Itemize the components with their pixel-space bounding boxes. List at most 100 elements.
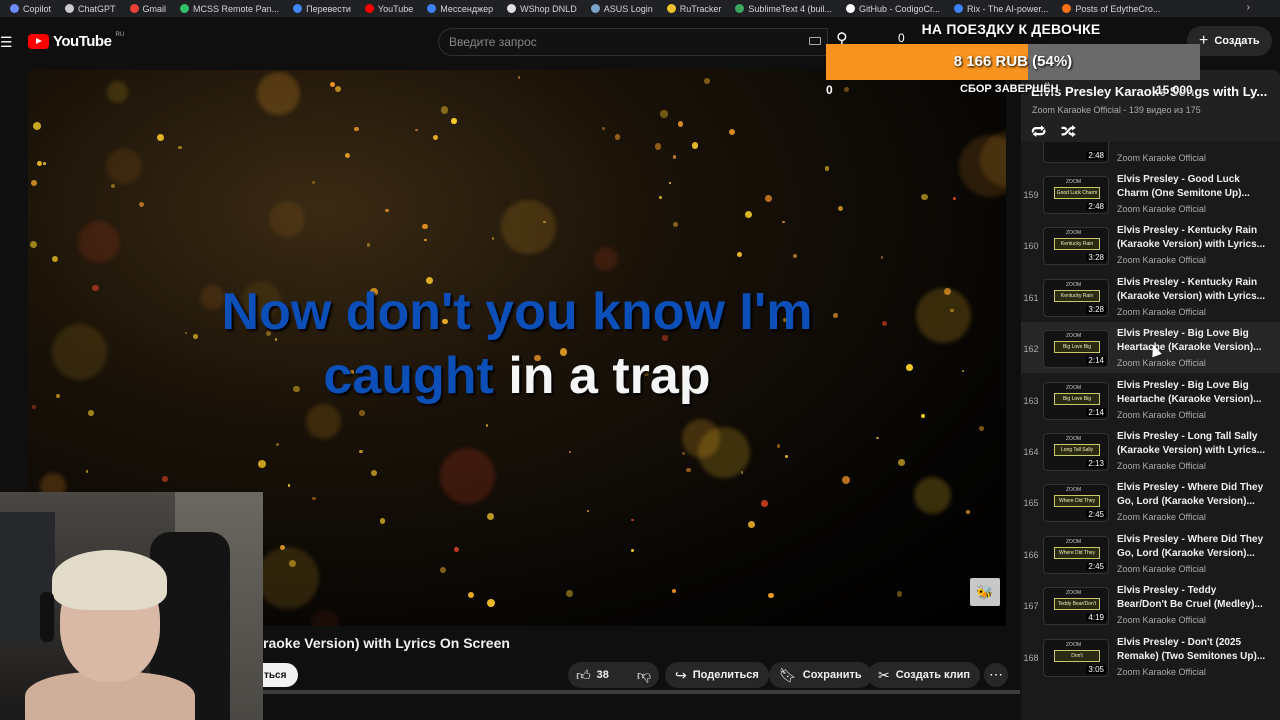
duration-badge: 2:13	[1086, 459, 1106, 468]
bookmark-item[interactable]: SublimeText 4 (buil...	[735, 4, 832, 14]
bokeh-particle	[660, 110, 669, 118]
bookmark-favicon-icon	[590, 4, 600, 13]
bookmarks-overflow-icon[interactable]: ›	[1247, 2, 1250, 13]
loop-icon[interactable]: 🔁︎	[1031, 121, 1046, 143]
playlist-title[interactable]: Elvis Presley Karaoke Songs with Ly...	[1031, 84, 1269, 99]
bookmark-item[interactable]: Rix - The AI-power...	[954, 4, 1048, 14]
bokeh-particle	[681, 419, 721, 458]
bokeh-particle	[257, 547, 319, 610]
video-thumbnail: ZOOM Good Luck Charm 2:48	[1043, 176, 1109, 214]
playlist-item[interactable]: 161 ZOOM Kentucky Rain 3:28 Elvis Presley - …	[1021, 271, 1280, 322]
playlist-item-title: Elvis Presley - Kentucky Rain (Karaoke V…	[1117, 276, 1266, 302]
bookmark-label: RuTracker	[679, 3, 722, 14]
logo-region: RU	[115, 31, 125, 38]
lyric-line-2-upcoming: in a trap	[508, 347, 711, 405]
bokeh-particle	[354, 126, 360, 132]
bookmark-item[interactable]: YouTube	[364, 3, 414, 14]
playlist-subtitle[interactable]: Zoom Karaoke Official - 139 видео из 175	[1032, 105, 1201, 115]
bookmark-item[interactable]: ChatGPT	[65, 4, 116, 14]
search-input[interactable]: Введите запрос	[438, 28, 828, 56]
bokeh-particle	[764, 194, 772, 202]
bookmark-label: MCSS Remote Pan...	[193, 3, 280, 14]
webcam-headset	[40, 592, 54, 642]
bookmark-item[interactable]: Gmail	[129, 4, 166, 14]
bookmark-label: Перевести	[306, 3, 351, 14]
channel-name: Zoom Karaoke Official	[1117, 512, 1206, 523]
like-button[interactable]: 👍︎ 38	[568, 662, 617, 688]
channel-name: Zoom Karaoke Official	[1117, 255, 1206, 266]
search-icon[interactable]: ⚲	[836, 29, 848, 49]
bokeh-particle	[422, 223, 428, 230]
bookmark-item[interactable]: Posts of EdytheCro...	[1062, 4, 1160, 14]
playlist-item[interactable]: 164 ZOOM Long Tall Sally 2:13 Elvis Presley …	[1021, 425, 1280, 476]
bokeh-particle	[491, 236, 495, 240]
playlist-item-partial[interactable]: 2:48 Zoom Karaoke Official	[1021, 142, 1280, 168]
bokeh-particle	[686, 468, 691, 473]
bookmark-item[interactable]: Мессенджер	[427, 4, 493, 14]
bokeh-particle	[454, 546, 460, 552]
bokeh-particle	[921, 414, 925, 418]
bokeh-particle	[424, 238, 427, 242]
save-button[interactable]: 🔖︎ Сохранить	[769, 662, 872, 688]
playlist-item-title: Elvis Presley - Good Luck Charm (One Sem…	[1117, 174, 1250, 199]
bokeh-particle	[485, 424, 489, 428]
video-thumbnail: ZOOMWhere Did They Go, Lord 2:45	[1043, 484, 1109, 523]
channel-name: Zoom Karaoke Official	[1117, 204, 1206, 214]
playlist-item[interactable]: 165 ZOOMWhere Did They Go, Lord 2:45 Elvis …	[1021, 476, 1280, 527]
thumbs-down-icon: 👎︎	[636, 666, 652, 683]
bokeh-particle	[921, 193, 929, 201]
bokeh-particle	[486, 512, 494, 520]
bookmark-item[interactable]: MCSS Remote Pan...	[180, 4, 279, 14]
playlist-item[interactable]: 167 ZOOMTeddy Bear/Don't Be Cruel 4:19 Elvi…	[1021, 579, 1280, 630]
search-placeholder: Введите запрос	[449, 35, 537, 49]
youtube-logo[interactable]: YouTube RU	[28, 31, 125, 50]
playlist-item[interactable]: 160 ZOOM Kentucky Rain 3:28 Elvis Presley - …	[1021, 219, 1280, 270]
bookmark-item[interactable]: WShop DNLD	[507, 4, 577, 14]
bokeh-particle	[913, 477, 951, 515]
bokeh-particle	[768, 592, 774, 599]
bookmark-item[interactable]: GitHub - CodigoCr...	[845, 4, 940, 14]
share-button[interactable]: ↪ Поделиться	[665, 662, 769, 688]
bokeh-particle	[86, 470, 89, 473]
bookmark-icon: 🔖︎	[779, 666, 797, 683]
clip-label: Создать клип	[895, 669, 971, 681]
bokeh-particle	[631, 518, 634, 522]
bokeh-particle	[36, 161, 42, 167]
video-thumbnail: ZOOMBig Love Big Heartache 2:14	[1043, 330, 1109, 369]
keyboard-icon[interactable]	[809, 37, 821, 45]
channel-name: Zoom Karaoke Official	[1117, 153, 1206, 163]
webcam-overlay	[0, 492, 263, 720]
bokeh-particle	[671, 588, 677, 594]
clip-button[interactable]: ✂ Создать клип	[868, 662, 981, 688]
bokeh-particle	[306, 404, 341, 439]
bokeh-particle	[385, 208, 389, 213]
playlist-item[interactable]: 159 ZOOM Good Luck Charm 2:48 Elvis Presley …	[1021, 168, 1280, 219]
bokeh-particle	[51, 255, 59, 263]
bokeh-particle	[138, 201, 145, 208]
bokeh-particle	[959, 135, 1006, 198]
more-actions-icon[interactable]: ⋯	[984, 663, 1008, 687]
menu-icon[interactable]: ☰	[0, 34, 13, 51]
zoom-logo-icon: ZOOM	[1066, 641, 1081, 648]
youtube-play-icon	[28, 34, 49, 49]
playlist-item[interactable]: 163 ZOOMBig Love Big Heartache 2:14 Elvis P…	[1021, 374, 1280, 425]
dislike-button[interactable]: 👎︎	[629, 662, 659, 688]
playlist-item[interactable]: 166 ZOOMWhere Did They Go, Lord 2:45 Elvis …	[1021, 528, 1280, 579]
bookmark-item[interactable]: RuTracker	[666, 3, 722, 14]
subscribe-button[interactable]: ться	[263, 663, 298, 687]
channel-watermark-icon[interactable]: 🐝	[970, 578, 1000, 606]
playlist-item[interactable]: 168 ZOOM Don't 3:05 Elvis Presley - Don't (2…	[1021, 631, 1280, 682]
duration-badge: 3:28	[1086, 253, 1106, 263]
bokeh-particle	[257, 72, 301, 116]
create-button[interactable]: + Создать	[1187, 26, 1272, 56]
bokeh-particle	[517, 76, 521, 80]
bookmark-label: YouTube	[377, 3, 414, 14]
bokeh-particle	[668, 182, 672, 185]
bookmark-favicon-icon	[427, 4, 437, 13]
bookmark-item[interactable]: Copilot	[10, 4, 51, 14]
bookmark-label: Copilot	[23, 3, 52, 14]
bookmark-item[interactable]: Перевести	[293, 4, 351, 14]
channel-name: Zoom Karaoke Official	[1117, 461, 1206, 471]
shuffle-icon[interactable]: 🔀︎	[1061, 121, 1076, 143]
bookmark-item[interactable]: ASUS Login	[590, 4, 653, 14]
